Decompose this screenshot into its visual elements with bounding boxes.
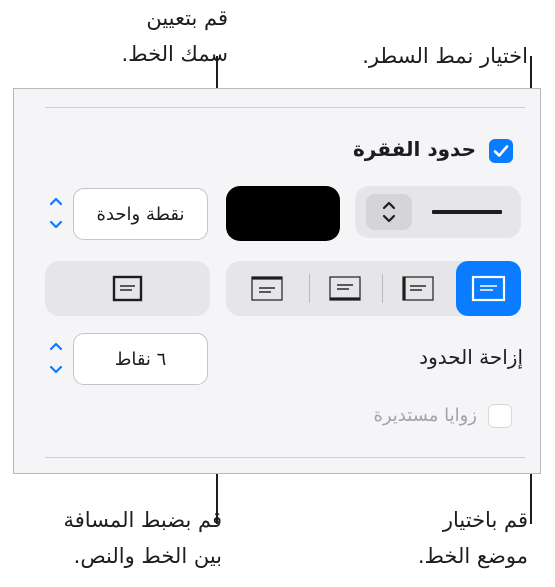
border-all-icon (471, 275, 506, 302)
top-divider (45, 107, 525, 108)
border-preview-icon (112, 275, 143, 302)
line-style-stepper[interactable] (366, 194, 412, 230)
paragraph-borders-label: حدود الفقرة (352, 137, 476, 161)
callout-border-offset-line2: بين الخط والنص. (73, 544, 222, 568)
border-bottom-icon (329, 276, 361, 301)
line-width-field[interactable]: نقطة واحدة (73, 188, 208, 240)
solid-line-icon (432, 210, 502, 214)
border-left-icon (402, 276, 434, 301)
line-width-value: نقطة واحدة (96, 203, 185, 225)
rounded-corners-label: زوايا مستديرة (373, 405, 477, 426)
border-offset-field[interactable]: ٦ نقاط (73, 333, 208, 385)
callout-border-position-line2: موضع الخط. (417, 544, 528, 568)
chevron-updown-icon (382, 201, 396, 223)
border-offset-stepper[interactable] (48, 339, 64, 379)
line-style-popup[interactable] (355, 186, 521, 238)
border-position-preview[interactable] (45, 261, 210, 316)
border-position-control (226, 261, 521, 316)
callout-border-position-line1: قم باختيار (442, 508, 528, 532)
border-position-left[interactable] (383, 261, 453, 316)
paragraph-borders-panel: حدود الفقرة نقطة واحدة إزاحة الحدود ٦ نق… (13, 88, 541, 474)
border-position-all[interactable] (456, 261, 521, 316)
border-offset-label: إزاحة الحدود (419, 345, 523, 369)
checkmark-icon (493, 145, 509, 157)
callout-line-thickness-line1: قم بتعيين (146, 6, 228, 30)
border-top-icon (251, 276, 283, 301)
callout-line-thickness-line2: سمك الخط. (121, 42, 228, 66)
rounded-corners-checkbox[interactable] (488, 404, 512, 428)
border-position-bottom[interactable] (310, 261, 380, 316)
line-width-stepper[interactable] (48, 194, 64, 234)
callout-border-offset-line1: قم بضبط المسافة (63, 508, 223, 532)
border-position-top[interactable] (226, 261, 308, 316)
callout-line-style: اختيار نمط السطر. (362, 44, 528, 68)
bottom-divider (45, 457, 525, 458)
line-color-well[interactable] (226, 186, 340, 241)
border-offset-value: ٦ نقاط (114, 348, 167, 370)
paragraph-borders-checkbox[interactable] (489, 139, 513, 163)
